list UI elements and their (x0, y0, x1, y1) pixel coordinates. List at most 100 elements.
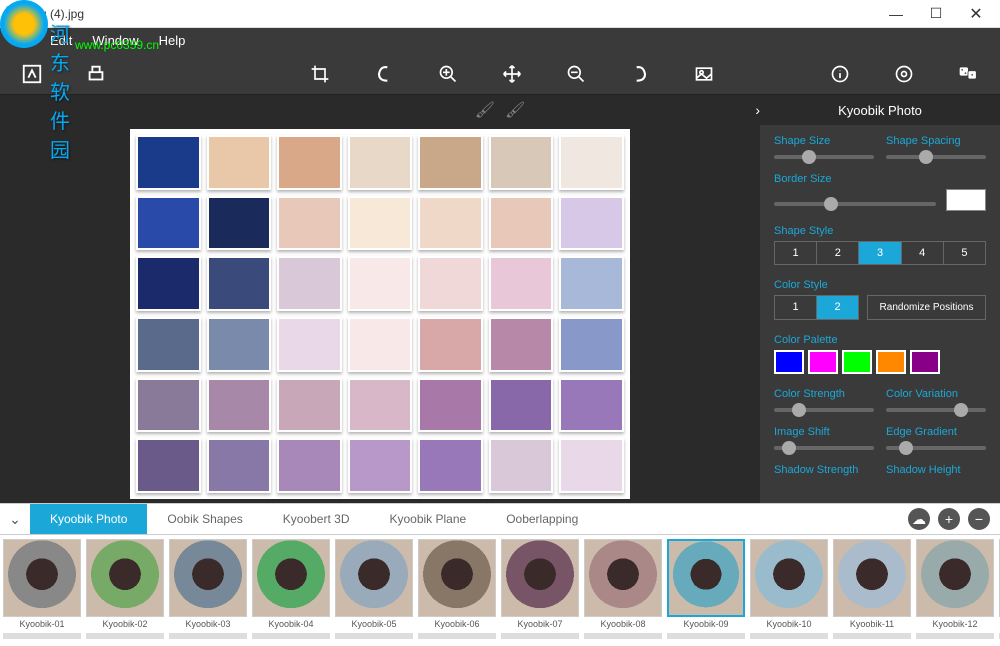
palette-swatch-0[interactable] (774, 350, 804, 374)
border-size-slider[interactable] (774, 202, 936, 206)
preset-label: Kyoobik-05 (351, 619, 396, 629)
preset-Kyoobik-04[interactable]: Kyoobik-04 (251, 539, 331, 642)
fit-icon[interactable] (692, 62, 716, 86)
preset-Kyoobik-09[interactable]: Kyoobik-09 (666, 539, 746, 642)
preset-progress (667, 633, 745, 639)
brush-on-icon[interactable]: 🖌 (475, 100, 495, 120)
canvas (130, 129, 630, 499)
preset-Kyoobik-06[interactable]: Kyoobik-06 (417, 539, 497, 642)
preset-progress (3, 633, 81, 639)
palette-swatch-4[interactable] (910, 350, 940, 374)
canvas-tile (277, 378, 342, 433)
brush-off-icon[interactable]: 🖌 (505, 100, 525, 120)
border-color-swatch[interactable] (946, 189, 986, 211)
edge-gradient-slider[interactable] (886, 446, 986, 450)
canvas-tile (489, 135, 554, 190)
color-style-1[interactable]: 1 (775, 296, 817, 319)
preset-thumb (501, 539, 579, 617)
preset-progress (833, 633, 911, 639)
randomize-button[interactable]: Randomize Positions (867, 295, 986, 320)
collapse-panel-icon[interactable]: › (755, 102, 760, 118)
preset-thumb (916, 539, 994, 617)
color-variation-slider[interactable] (886, 408, 986, 412)
print-icon[interactable] (84, 62, 108, 86)
minimize-button[interactable]: — (876, 1, 916, 27)
category-kyoobik-plane[interactable]: Kyoobik Plane (369, 504, 486, 534)
rotate-left-icon[interactable] (372, 62, 396, 86)
shape-style-4[interactable]: 4 (902, 242, 944, 264)
preset-thumb (833, 539, 911, 617)
window-title: ling (4).jpg (28, 7, 876, 21)
settings-icon[interactable] (892, 62, 916, 86)
canvas-tile (348, 317, 413, 372)
preset-cloud-icon[interactable]: ☁ (908, 508, 930, 530)
rotate-right-icon[interactable] (628, 62, 652, 86)
info-icon[interactable] (828, 62, 852, 86)
move-icon[interactable] (500, 62, 524, 86)
menu-help[interactable]: Help (159, 33, 186, 48)
zoom-out-icon[interactable] (564, 62, 588, 86)
canvas-tile (559, 256, 624, 311)
shape-spacing-slider[interactable] (886, 155, 986, 159)
preset-progress (501, 633, 579, 639)
preset-Kyoobik-03[interactable]: Kyoobik-03 (168, 539, 248, 642)
canvas-tile (136, 196, 201, 251)
main-area: Shape Size Shape Spacing Border Size Sha… (0, 125, 1000, 503)
open-icon[interactable] (20, 62, 44, 86)
preset-label: Kyoobik-07 (517, 619, 562, 629)
shape-size-slider[interactable] (774, 155, 874, 159)
shape-style-5[interactable]: 5 (944, 242, 985, 264)
preset-label: Kyoobik-08 (600, 619, 645, 629)
preset-add-icon[interactable]: + (938, 508, 960, 530)
color-palette-label: Color Palette (774, 334, 986, 346)
shape-style-3[interactable]: 3 (859, 242, 901, 264)
brush-bar: 🖌 🖌 › Kyoobik Photo (0, 95, 1000, 125)
canvas-tile (489, 438, 554, 493)
window-titlebar: ling (4).jpg — ☐ ✕ (0, 0, 1000, 28)
palette-swatch-3[interactable] (876, 350, 906, 374)
preset-Kyoobik-07[interactable]: Kyoobik-07 (500, 539, 580, 642)
preset-Kyoobik-01[interactable]: Kyoobik-01 (2, 539, 82, 642)
image-shift-slider[interactable] (774, 446, 874, 450)
crop-icon[interactable] (308, 62, 332, 86)
preset-remove-icon[interactable]: − (968, 508, 990, 530)
category-kyoobik-photo[interactable]: Kyoobik Photo (30, 504, 147, 534)
shape-style-2[interactable]: 2 (817, 242, 859, 264)
shape-style-1[interactable]: 1 (775, 242, 817, 264)
preset-label: Kyoobik-01 (19, 619, 64, 629)
canvas-tile (559, 135, 624, 190)
palette-swatch-1[interactable] (808, 350, 838, 374)
preset-Kyoobik-08[interactable]: Kyoobik-08 (583, 539, 663, 642)
preset-progress (584, 633, 662, 639)
maximize-button[interactable]: ☐ (916, 1, 956, 27)
expand-icon[interactable]: ⌄ (0, 511, 30, 528)
canvas-tile (489, 317, 554, 372)
preset-Kyoobik-12[interactable]: Kyoobik-12 (915, 539, 995, 642)
shadow-strength-label: Shadow Strength (774, 464, 874, 476)
canvas-area[interactable] (0, 125, 760, 503)
zoom-in-icon[interactable] (436, 62, 460, 86)
dice-icon[interactable] (956, 62, 980, 86)
close-button[interactable]: ✕ (956, 1, 996, 27)
canvas-tile (559, 378, 624, 433)
preset-Kyoobik-02[interactable]: Kyoobik-02 (85, 539, 165, 642)
color-style-group: 12 (774, 295, 859, 320)
edge-gradient-label: Edge Gradient (886, 426, 986, 438)
preset-progress (169, 633, 247, 639)
canvas-tile (418, 256, 483, 311)
color-style-2[interactable]: 2 (817, 296, 858, 319)
preset-Kyoobik-11[interactable]: Kyoobik-11 (832, 539, 912, 642)
main-toolbar (0, 53, 1000, 95)
preset-Kyoobik-05[interactable]: Kyoobik-05 (334, 539, 414, 642)
category-ooberlapping[interactable]: Ooberlapping (486, 504, 598, 534)
shape-style-group: 12345 (774, 241, 986, 265)
preset-strip[interactable]: Kyoobik-01 Kyoobik-02Kyoobik-03Kyoobik-04… (0, 535, 1000, 646)
preset-Kyoobik-10[interactable]: Kyoobik-10 (749, 539, 829, 642)
canvas-tile (418, 317, 483, 372)
palette-swatch-2[interactable] (842, 350, 872, 374)
category-kyoobert-3d[interactable]: Kyoobert 3D (263, 504, 370, 534)
preset-thumb (3, 539, 81, 617)
color-strength-slider[interactable] (774, 408, 874, 412)
canvas-tile (418, 135, 483, 190)
category-oobik-shapes[interactable]: Oobik Shapes (147, 504, 262, 534)
